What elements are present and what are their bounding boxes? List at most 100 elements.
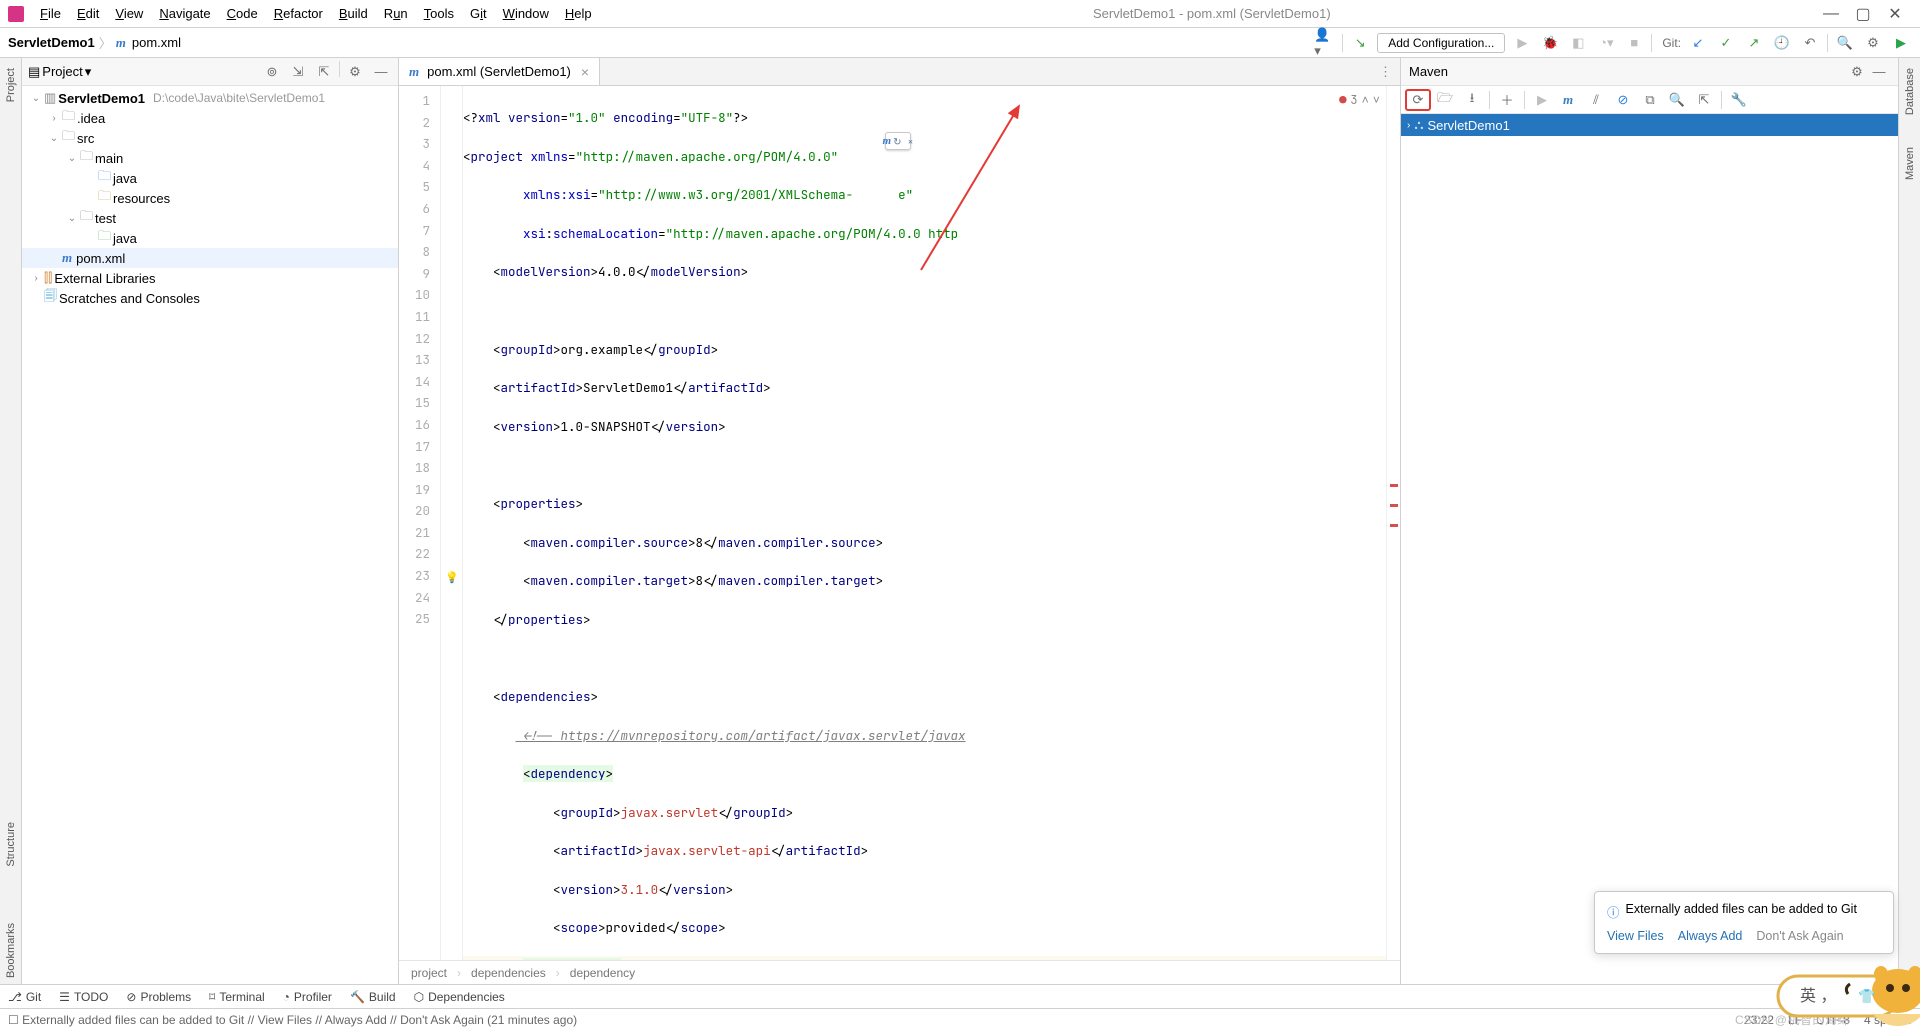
close-tab-icon[interactable]: × bbox=[581, 64, 589, 80]
maven-find-icon[interactable]: 🔍 bbox=[1664, 89, 1690, 111]
rail-project[interactable]: Project bbox=[5, 62, 17, 108]
menu-file[interactable]: File bbox=[32, 2, 69, 25]
tool-problems[interactable]: ⊘ Problems bbox=[126, 990, 191, 1004]
tree-main[interactable]: ⌄🗀 main bbox=[22, 148, 398, 168]
close-window-button[interactable]: ✕ bbox=[1888, 7, 1902, 21]
indent-setting[interactable]: 4 spaces bbox=[1864, 1013, 1912, 1027]
tree-idea[interactable]: ›🗀 .idea bbox=[22, 108, 398, 128]
tree-ext-lib[interactable]: ›⫿⫿ External Libraries bbox=[22, 268, 398, 288]
menu-edit[interactable]: Edit bbox=[69, 2, 107, 25]
menu-run[interactable]: Run bbox=[376, 2, 416, 25]
maven-file-icon: m bbox=[409, 64, 419, 80]
maven-settings-icon[interactable]: ⚙ bbox=[1846, 61, 1868, 83]
tool-terminal[interactable]: ⌑ Terminal bbox=[209, 990, 265, 1004]
error-stripe[interactable] bbox=[1386, 86, 1400, 960]
menu-build[interactable]: Build bbox=[331, 2, 376, 25]
git-commit-icon[interactable]: ✓ bbox=[1715, 32, 1737, 54]
maven-project-row[interactable]: › ⛬ ServletDemo1 bbox=[1401, 114, 1898, 136]
maven-show-deps-icon[interactable]: ⧉ bbox=[1637, 89, 1663, 111]
stop-button[interactable]: ■ bbox=[1623, 32, 1645, 54]
rail-maven[interactable]: Maven bbox=[1904, 141, 1916, 186]
tool-build[interactable]: 🔨 Build bbox=[350, 990, 396, 1004]
ide-settings-icon[interactable]: ⚙ bbox=[1862, 32, 1884, 54]
maven-toggle-offline-icon[interactable]: ⫽ bbox=[1583, 89, 1609, 111]
coverage-button[interactable]: ◧ bbox=[1567, 32, 1589, 54]
expand-all-icon[interactable]: ⇲ bbox=[287, 61, 309, 83]
status-message-icon[interactable]: ☐ bbox=[8, 1013, 19, 1027]
git-history-icon[interactable]: 🕘 bbox=[1771, 32, 1793, 54]
maven-panel-title: Maven bbox=[1409, 64, 1846, 79]
minimize-button[interactable]: — bbox=[1824, 7, 1838, 21]
status-message[interactable]: Externally added files can be added to G… bbox=[22, 1013, 577, 1027]
maven-execute-icon[interactable]: m bbox=[1556, 89, 1582, 111]
code-editor[interactable]: 1234567891011121314151617181920212223242… bbox=[399, 86, 1400, 960]
hide-maven-icon[interactable]: — bbox=[1868, 61, 1890, 83]
select-opened-file-icon[interactable]: ⊚ bbox=[261, 61, 283, 83]
tab-list-icon[interactable]: ⋮ bbox=[1371, 58, 1400, 85]
rail-bookmarks[interactable]: Bookmarks bbox=[5, 917, 17, 984]
menu-code[interactable]: Code bbox=[219, 2, 266, 25]
rail-database[interactable]: Database bbox=[1904, 62, 1916, 121]
panel-settings-icon[interactable]: ⚙ bbox=[344, 61, 366, 83]
notif-view-files[interactable]: View Files bbox=[1607, 929, 1664, 943]
tree-pom[interactable]: m pom.xml bbox=[22, 248, 398, 268]
collapse-all-icon[interactable]: ⇱ bbox=[313, 61, 335, 83]
notif-always-add[interactable]: Always Add bbox=[1678, 929, 1743, 943]
menu-view[interactable]: View bbox=[107, 2, 151, 25]
profile-button[interactable]: ◔▾ bbox=[1595, 32, 1617, 54]
run-anything-icon[interactable]: ▶ bbox=[1890, 32, 1912, 54]
search-everywhere-icon[interactable]: 🔍 bbox=[1834, 32, 1856, 54]
breadcrumb[interactable]: ServletDemo1 〉 m pom.xml bbox=[8, 33, 181, 52]
menu-git[interactable]: Git bbox=[462, 2, 495, 25]
tree-test[interactable]: ⌄🗀 test bbox=[22, 208, 398, 228]
maven-run-icon[interactable]: ▶ bbox=[1529, 89, 1555, 111]
git-rollback-icon[interactable]: ↶ bbox=[1799, 32, 1821, 54]
maven-generate-sources-icon[interactable]: 🗁 bbox=[1432, 89, 1458, 111]
maven-settings-wrench-icon[interactable]: 🔧 bbox=[1726, 89, 1752, 111]
menu-navigate[interactable]: Navigate bbox=[151, 2, 218, 25]
menu-help[interactable]: Help bbox=[557, 2, 600, 25]
maven-tree[interactable]: › ⛬ ServletDemo1 bbox=[1401, 114, 1898, 984]
tree-scratches[interactable]: 🗐 Scratches and Consoles bbox=[22, 288, 398, 308]
editor-breadcrumbs[interactable]: project› dependencies› dependency bbox=[399, 960, 1400, 984]
maven-skip-tests-icon[interactable]: ⊘ bbox=[1610, 89, 1636, 111]
add-configuration-button[interactable]: Add Configuration... bbox=[1377, 33, 1505, 53]
code-content[interactable]: <?xml version="1.0" encoding="UTF-8"?> <… bbox=[463, 86, 1386, 960]
user-icon[interactable]: 👤▾ bbox=[1314, 32, 1336, 54]
editor-tab-pom[interactable]: m pom.xml (ServletDemo1) × bbox=[399, 58, 600, 85]
tree-java-test[interactable]: 🗀 java bbox=[22, 228, 398, 248]
project-tree[interactable]: ⌄▥ ServletDemo1D:\code\Java\bite\Servlet… bbox=[22, 86, 398, 984]
maven-collapse-icon[interactable]: ⇱ bbox=[1691, 89, 1717, 111]
tree-java-main[interactable]: 🗀 java bbox=[22, 168, 398, 188]
tool-profiler[interactable]: ◔ Profiler bbox=[283, 990, 332, 1004]
menu-tools[interactable]: Tools bbox=[416, 2, 462, 25]
debug-button[interactable]: 🐞 bbox=[1539, 32, 1561, 54]
maximize-button[interactable]: ▢ bbox=[1856, 7, 1870, 21]
tool-dependencies[interactable]: ⬡ Dependencies bbox=[414, 990, 505, 1004]
tool-todo[interactable]: ☰ TODO bbox=[59, 990, 108, 1004]
maven-reload-hint-icon[interactable]: m↻ × bbox=[885, 132, 911, 150]
maven-reload-icon[interactable]: ⟳ bbox=[1405, 89, 1431, 111]
tree-src[interactable]: ⌄🗀 src bbox=[22, 128, 398, 148]
maven-add-icon[interactable]: ＋ bbox=[1494, 89, 1520, 111]
breadcrumb-file[interactable]: pom.xml bbox=[132, 35, 181, 50]
run-button[interactable]: ▶ bbox=[1511, 32, 1533, 54]
git-push-icon[interactable]: ↗ bbox=[1743, 32, 1765, 54]
hide-panel-icon[interactable]: — bbox=[370, 61, 392, 83]
tree-root[interactable]: ⌄▥ ServletDemo1D:\code\Java\bite\Servlet… bbox=[22, 88, 398, 108]
tree-resources[interactable]: 🗀 resources bbox=[22, 188, 398, 208]
git-update-icon[interactable]: ↙ bbox=[1687, 32, 1709, 54]
project-panel-title[interactable]: ▤ Project ▾ bbox=[28, 64, 261, 80]
line-numbers: 1234567891011121314151617181920212223242… bbox=[399, 86, 441, 960]
breadcrumb-project[interactable]: ServletDemo1 bbox=[8, 35, 95, 50]
menu-refactor[interactable]: Refactor bbox=[266, 2, 331, 25]
tool-git[interactable]: ⎇ Git bbox=[8, 990, 41, 1004]
fold-strip[interactable] bbox=[441, 86, 463, 960]
inspection-widget[interactable]: ●3 ˄ ˅ bbox=[1339, 92, 1380, 108]
build-hammer-icon[interactable]: ↘ bbox=[1349, 32, 1371, 54]
notif-dont-ask[interactable]: Don't Ask Again bbox=[1756, 929, 1843, 943]
right-tool-rail: Database Maven bbox=[1898, 58, 1920, 984]
rail-structure[interactable]: Structure bbox=[5, 816, 17, 873]
menu-window[interactable]: Window bbox=[495, 2, 557, 25]
maven-download-icon[interactable]: ⭳ bbox=[1459, 89, 1485, 111]
